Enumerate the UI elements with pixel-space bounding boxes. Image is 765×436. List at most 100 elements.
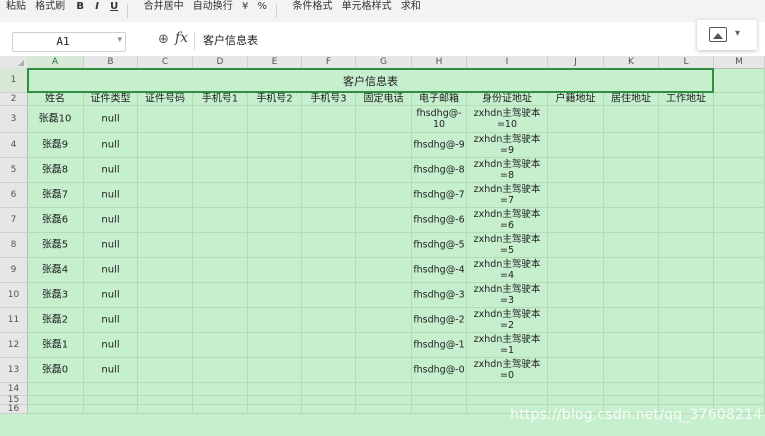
cell[interactable] (548, 258, 604, 283)
cell[interactable] (604, 258, 659, 283)
cell[interactable] (467, 383, 548, 396)
cell[interactable] (604, 133, 659, 158)
id-type-cell[interactable]: null (84, 258, 138, 283)
cell[interactable] (302, 233, 356, 258)
row-header-1[interactable]: 1 (0, 68, 28, 93)
email-cell[interactable]: fhsdhg@-0 (412, 358, 467, 383)
row-header-11[interactable]: 11 (0, 308, 28, 333)
underline-button[interactable]: U (110, 1, 118, 12)
id-type-cell[interactable]: null (84, 208, 138, 233)
cell[interactable] (356, 106, 412, 133)
cell[interactable] (248, 158, 302, 183)
cell[interactable] (356, 233, 412, 258)
cell[interactable] (356, 333, 412, 358)
id-address-cell[interactable]: zxhdn主驾驶本 =5 (467, 233, 548, 258)
cell[interactable] (302, 258, 356, 283)
header-cell[interactable]: 证件类型 (84, 93, 138, 106)
cell[interactable] (302, 333, 356, 358)
cell[interactable] (714, 283, 765, 308)
name-cell[interactable]: 张磊1 (27, 333, 84, 358)
bold-button[interactable]: B (76, 1, 84, 12)
cell[interactable] (714, 383, 765, 396)
cell[interactable] (248, 333, 302, 358)
cell[interactable] (356, 358, 412, 383)
cell[interactable] (248, 405, 302, 414)
cell[interactable] (412, 405, 467, 414)
cell[interactable] (604, 333, 659, 358)
header-cell[interactable]: 姓名 (27, 93, 84, 106)
cell[interactable] (248, 133, 302, 158)
id-type-cell[interactable]: null (84, 283, 138, 308)
cell[interactable] (302, 308, 356, 333)
cell[interactable] (193, 106, 248, 133)
header-cell[interactable]: 居住地址 (604, 93, 659, 106)
cell[interactable] (356, 208, 412, 233)
name-cell[interactable]: 张磊9 (27, 133, 84, 158)
name-cell[interactable]: 张磊8 (27, 158, 84, 183)
cell[interactable] (138, 183, 193, 208)
cell[interactable] (193, 383, 248, 396)
cell[interactable] (248, 283, 302, 308)
cell[interactable] (248, 308, 302, 333)
cell[interactable] (659, 233, 714, 258)
cell[interactable] (27, 405, 84, 414)
row-header-4[interactable]: 4 (0, 133, 28, 158)
header-cell[interactable]: 身份证地址 (467, 93, 548, 106)
cell[interactable] (548, 233, 604, 258)
cell[interactable] (193, 333, 248, 358)
id-type-cell[interactable]: null (84, 106, 138, 133)
cell[interactable] (467, 396, 548, 405)
email-cell[interactable]: fhsdhg@-3 (412, 283, 467, 308)
cell[interactable] (659, 106, 714, 133)
email-cell[interactable]: fhsdhg@- 10 (412, 106, 467, 133)
cell[interactable] (302, 158, 356, 183)
cell[interactable] (356, 258, 412, 283)
name-cell[interactable]: 张磊2 (27, 308, 84, 333)
cell[interactable] (138, 358, 193, 383)
id-address-cell[interactable]: zxhdn主驾驶本 =9 (467, 133, 548, 158)
cell[interactable] (193, 308, 248, 333)
cell[interactable] (356, 308, 412, 333)
cell[interactable] (659, 358, 714, 383)
name-cell[interactable]: 张磊6 (27, 208, 84, 233)
chevron-down-icon[interactable]: ▾ (117, 35, 122, 45)
row-header-7[interactable]: 7 (0, 208, 28, 233)
cell[interactable] (302, 208, 356, 233)
cell[interactable] (604, 106, 659, 133)
sum-button[interactable]: 求和 (401, 0, 421, 14)
conditional-format-button[interactable]: 条件格式 (292, 0, 332, 14)
cell[interactable] (138, 283, 193, 308)
cell[interactable] (302, 133, 356, 158)
function-icon[interactable]: fx (175, 30, 188, 46)
row-header-3[interactable]: 3 (0, 106, 28, 133)
cell[interactable] (714, 396, 765, 405)
cell[interactable] (248, 258, 302, 283)
cell[interactable] (604, 283, 659, 308)
cell[interactable] (604, 383, 659, 396)
id-address-cell[interactable]: zxhdn主驾驶本 =10 (467, 106, 548, 133)
cell[interactable] (193, 183, 248, 208)
cell[interactable] (659, 183, 714, 208)
cell[interactable] (548, 283, 604, 308)
cell[interactable] (356, 396, 412, 405)
id-type-cell[interactable]: null (84, 358, 138, 383)
cell[interactable] (548, 106, 604, 133)
header-cell[interactable]: 工作地址 (659, 93, 714, 106)
name-cell[interactable]: 张磊3 (27, 283, 84, 308)
cell[interactable] (138, 106, 193, 133)
email-cell[interactable]: fhsdhg@-7 (412, 183, 467, 208)
currency-button[interactable]: ¥ (242, 0, 248, 14)
cell[interactable] (604, 308, 659, 333)
cell[interactable] (27, 396, 84, 405)
cell[interactable] (302, 106, 356, 133)
row-header-8[interactable]: 8 (0, 233, 28, 258)
id-type-cell[interactable]: null (84, 308, 138, 333)
id-type-cell[interactable]: null (84, 133, 138, 158)
cell[interactable] (248, 208, 302, 233)
cell[interactable] (548, 396, 604, 405)
cell[interactable] (193, 405, 248, 414)
email-cell[interactable]: fhsdhg@-9 (412, 133, 467, 158)
name-cell[interactable]: 张磊5 (27, 233, 84, 258)
cell[interactable] (714, 106, 765, 133)
name-cell[interactable]: 张磊0 (27, 358, 84, 383)
